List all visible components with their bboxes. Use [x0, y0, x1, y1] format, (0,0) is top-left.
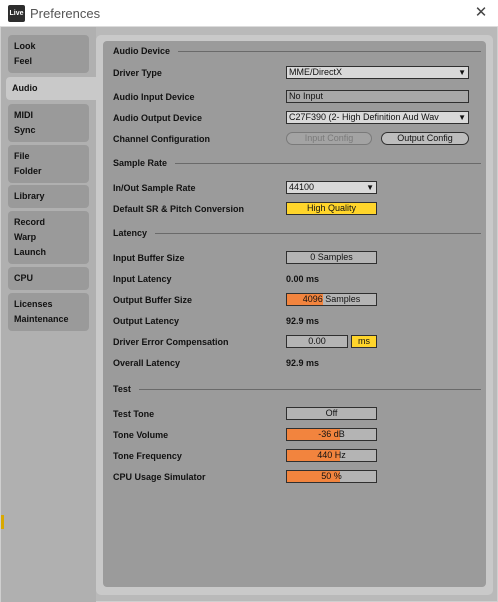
- sidebar-item-label: Audio: [12, 83, 38, 93]
- audio-output-device-label: Audio Output Device: [113, 113, 203, 123]
- output-latency-value: 92.9 ms: [286, 316, 320, 326]
- dropdown-arrow-icon: ▼: [458, 113, 466, 122]
- field-value: 0.00: [308, 336, 326, 346]
- tone-frequency-field[interactable]: 440 Hz: [286, 449, 377, 462]
- cpu-usage-simulator-label: CPU Usage Simulator: [113, 472, 206, 482]
- sidebar-item-label: Maintenance: [14, 314, 69, 324]
- field-value: No Input: [289, 91, 324, 101]
- sidebar-item-midi-sync[interactable]: MIDI Sync: [8, 104, 89, 142]
- section-title: Sample Rate: [113, 157, 176, 169]
- scroll-marker: [1, 515, 4, 529]
- output-buffer-size-field[interactable]: 4096 Samples: [286, 293, 377, 306]
- tone-frequency-label: Tone Frequency: [113, 451, 182, 461]
- in-out-sample-rate-label: In/Out Sample Rate: [113, 183, 196, 193]
- sidebar-item-label: Look: [14, 41, 36, 51]
- sidebar-item-label: Licenses: [14, 299, 53, 309]
- driver-type-label: Driver Type: [113, 68, 162, 78]
- driver-error-compensation-field[interactable]: 0.00: [286, 335, 348, 348]
- default-sr-label: Default SR & Pitch Conversion: [113, 204, 245, 214]
- preferences-window: Look Feel Audio MIDI Sync File Folder Li…: [0, 27, 498, 602]
- live-app-icon: Live: [8, 5, 25, 22]
- window-title: Preferences: [30, 6, 101, 21]
- overall-latency-value: 92.9 ms: [286, 358, 320, 368]
- sidebar-item-label: Feel: [14, 56, 33, 66]
- tone-volume-field[interactable]: -36 dB: [286, 428, 377, 441]
- sidebar-item-licenses-maintenance[interactable]: Licenses Maintenance: [8, 293, 89, 331]
- sidebar-item-audio[interactable]: Audio: [6, 77, 96, 100]
- section-title: Test: [113, 383, 139, 395]
- output-buffer-size-label: Output Buffer Size: [113, 295, 192, 305]
- audio-input-device-label: Audio Input Device: [113, 92, 195, 102]
- channel-configuration-label: Channel Configuration: [113, 134, 210, 144]
- cpu-usage-simulator-field[interactable]: 50 %: [286, 470, 377, 483]
- sidebar-item-library[interactable]: Library: [8, 185, 89, 208]
- test-tone-label: Test Tone: [113, 409, 155, 419]
- sidebar-item-label: Launch: [14, 247, 47, 257]
- audio-settings-area: Audio Device Driver Type MME/DirectX ▼ A…: [103, 41, 486, 587]
- output-config-button[interactable]: Output Config: [381, 132, 469, 145]
- field-value: 4096 Samples: [302, 294, 361, 304]
- section-title: Latency: [113, 227, 156, 239]
- audio-output-device-dropdown[interactable]: C27F390 (2- High Definition Aud Wav ▼: [286, 111, 469, 124]
- input-buffer-size-field[interactable]: 0 Samples: [286, 251, 377, 264]
- audio-input-device-field[interactable]: No Input: [286, 90, 469, 103]
- sidebar-item-label: Record: [14, 217, 46, 227]
- sidebar-item-label: Sync: [14, 125, 36, 135]
- section-sample-rate: Sample Rate: [113, 157, 481, 169]
- dropdown-arrow-icon: ▼: [366, 183, 374, 192]
- dropdown-value: High Quality: [306, 203, 357, 213]
- sidebar-item-cpu[interactable]: CPU: [8, 267, 89, 290]
- sidebar-item-label: Warp: [14, 232, 37, 242]
- ms-unit-toggle[interactable]: ms: [351, 335, 377, 348]
- overall-latency-label: Overall Latency: [113, 358, 181, 368]
- sidebar-item-file-folder[interactable]: File Folder: [8, 145, 89, 183]
- driver-error-compensation-label: Driver Error Compensation: [113, 337, 229, 347]
- field-value: 50 %: [321, 471, 342, 481]
- sidebar-item-label: MIDI: [14, 110, 33, 120]
- field-value: 440 Hz: [317, 450, 346, 460]
- audio-preferences-panel: Audio Device Driver Type MME/DirectX ▼ A…: [96, 35, 493, 595]
- sample-rate-dropdown[interactable]: 44100 ▼: [286, 181, 377, 194]
- title-bar: Live Preferences ✕: [0, 0, 498, 27]
- sidebar-item-label: Library: [14, 191, 45, 201]
- pitch-conversion-dropdown[interactable]: High Quality ▼: [286, 202, 377, 215]
- dropdown-arrow-icon: ▼: [458, 68, 466, 77]
- divider: [113, 389, 481, 390]
- section-audio-device: Audio Device: [113, 45, 481, 57]
- field-value: 0 Samples: [310, 252, 353, 262]
- sidebar-item-record-warp-launch[interactable]: Record Warp Launch: [8, 211, 89, 264]
- preferences-sidebar: Look Feel Audio MIDI Sync File Folder Li…: [1, 27, 96, 602]
- sidebar-item-label: CPU: [14, 273, 34, 283]
- field-value: -36 dB: [318, 429, 345, 439]
- dropdown-value: 44100: [289, 182, 315, 192]
- toggle-value: Off: [325, 408, 338, 418]
- test-tone-toggle[interactable]: Off: [286, 407, 377, 420]
- section-latency: Latency: [113, 227, 481, 239]
- dropdown-value: MME/DirectX: [289, 67, 343, 77]
- driver-type-dropdown[interactable]: MME/DirectX ▼: [286, 66, 469, 79]
- sidebar-item-label: File: [14, 151, 30, 161]
- section-title: Audio Device: [113, 45, 179, 57]
- input-buffer-size-label: Input Buffer Size: [113, 253, 185, 263]
- sidebar-item-label: Folder: [14, 166, 42, 176]
- tone-volume-label: Tone Volume: [113, 430, 169, 440]
- output-latency-label: Output Latency: [113, 316, 180, 326]
- section-test: Test: [113, 383, 481, 395]
- dropdown-value: C27F390 (2- High Definition Aud Wav: [289, 112, 439, 122]
- input-latency-value: 0.00 ms: [286, 274, 320, 284]
- input-config-button[interactable]: Input Config: [286, 132, 372, 145]
- divider: [113, 233, 481, 234]
- close-icon[interactable]: ✕: [470, 2, 492, 24]
- sidebar-item-look-feel[interactable]: Look Feel: [8, 35, 89, 73]
- input-latency-label: Input Latency: [113, 274, 172, 284]
